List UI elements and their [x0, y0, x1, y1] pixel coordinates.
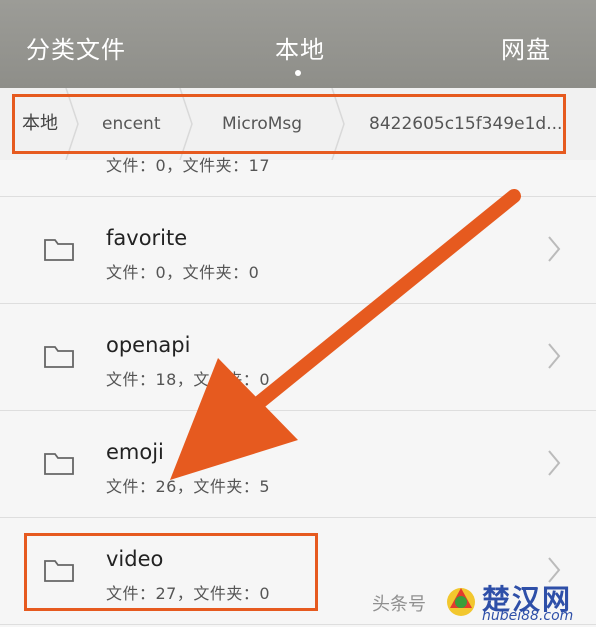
watermark-url: hubei88.com	[482, 608, 574, 624]
chevron-right-icon	[548, 343, 561, 369]
watermark-logo-icon	[447, 588, 475, 616]
list-item[interactable]: emoji 文件：26，文件夹：5	[0, 411, 596, 518]
folder-icon	[44, 560, 74, 582]
top-tab-bar: 分类文件 本地 网盘	[0, 0, 596, 88]
active-tab-indicator	[295, 70, 301, 76]
tab-local[interactable]: 本地	[275, 30, 325, 65]
chevron-right-icon	[548, 450, 561, 476]
folder-icon	[44, 346, 74, 368]
item-meta: 文件：0，文件夹：0	[106, 263, 260, 282]
folder-icon	[44, 239, 74, 261]
item-name: openapi	[106, 333, 191, 357]
chevron-right-icon	[548, 236, 561, 262]
list-item[interactable]: favorite 文件：0，文件夹：0	[0, 197, 596, 304]
tab-cloud-drive[interactable]: 网盘	[501, 30, 551, 65]
item-name: video	[106, 547, 164, 571]
tab-category-files[interactable]: 分类文件	[26, 30, 126, 65]
list-item[interactable]: 文件：0，文件夹：17	[0, 90, 596, 197]
item-meta: 文件：26，文件夹：5	[106, 477, 271, 496]
item-name: emoji	[106, 440, 164, 464]
item-meta: 文件：27，文件夹：0	[106, 584, 271, 603]
watermark-text: 头条号	[372, 594, 426, 615]
item-meta: 文件：0，文件夹：17	[106, 156, 271, 175]
file-manager-screen: 分类文件 本地 网盘 本地 encent MicroMsg 8422605c15…	[0, 0, 596, 627]
item-name: favorite	[106, 226, 188, 250]
folder-list: 文件：0，文件夹：17 favorite 文件：0，文件夹：0 openapi …	[0, 156, 596, 627]
folder-icon	[44, 453, 74, 475]
list-item[interactable]: openapi 文件：18，文件夹：0	[0, 304, 596, 411]
item-meta: 文件：18，文件夹：0	[106, 370, 271, 389]
